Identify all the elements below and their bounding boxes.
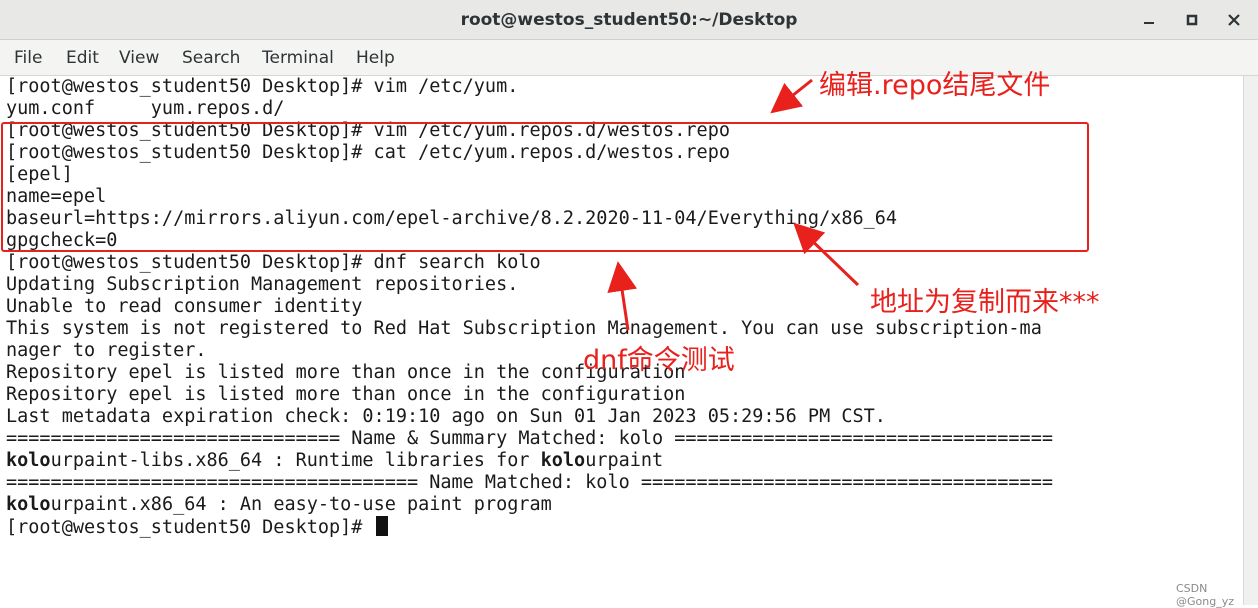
minimize-icon[interactable] xyxy=(1137,8,1161,32)
terminal-line: Updating Subscription Management reposit… xyxy=(6,274,519,295)
scrollbar[interactable] xyxy=(1243,76,1258,605)
maximize-icon[interactable] xyxy=(1180,8,1204,32)
terminal-line: [root@westos_student50 Desktop]# vim /et… xyxy=(6,76,519,97)
terminal-line: Repository epel is listed more than once… xyxy=(6,384,686,405)
separator-line: ===================================== Na… xyxy=(6,472,1053,493)
match-highlight: kolo xyxy=(6,494,51,515)
annotation-dnf-test: dnf命令测试 xyxy=(583,345,735,376)
match-highlight: kolo xyxy=(6,450,51,471)
terminal-line: nager to register. xyxy=(6,340,207,361)
window-title: root@westos_student50:~/Desktop xyxy=(460,10,798,30)
separator-line: ============================== Name & Su… xyxy=(6,428,1053,449)
menu-search[interactable]: Search xyxy=(182,40,240,76)
title-bar[interactable]: root@westos_student50:~/Desktop xyxy=(0,0,1258,40)
annotation-highlight-box xyxy=(1,122,1089,252)
annotation-address-copied: 地址为复制而来*** xyxy=(870,287,1100,318)
terminal-window: root@westos_student50:~/Desktop File Edi… xyxy=(0,0,1258,608)
terminal-line: yum.conf yum.repos.d/ xyxy=(6,98,285,119)
menu-help[interactable]: Help xyxy=(356,40,395,76)
menu-view[interactable]: View xyxy=(119,40,159,76)
search-result: kolourpaint.x86_64 : An easy-to-use pain… xyxy=(6,494,552,515)
menu-bar: File Edit View Search Terminal Help xyxy=(0,40,1258,76)
close-icon[interactable] xyxy=(1222,8,1246,32)
watermark: CSDN @Gong_yz xyxy=(1176,582,1234,608)
terminal-line: Unable to read consumer identity xyxy=(6,296,363,317)
annotation-edit-repo: 编辑.repo结尾文件 xyxy=(819,70,1051,101)
terminal-line: [root@westos_student50 Desktop]# dnf sea… xyxy=(6,252,541,273)
prompt-line[interactable]: [root@westos_student50 Desktop]# xyxy=(6,516,388,538)
match-highlight: kolo xyxy=(540,450,586,471)
terminal-line: This system is not registered to Red Hat… xyxy=(6,318,1042,339)
text-cursor xyxy=(375,516,388,536)
menu-file[interactable]: File xyxy=(14,40,42,76)
search-result: kolourpaint-libs.x86_64 : Runtime librar… xyxy=(6,450,664,471)
terminal-line: Last metadata expiration check: 0:19:10 … xyxy=(6,406,886,427)
menu-terminal[interactable]: Terminal xyxy=(262,40,334,76)
menu-edit[interactable]: Edit xyxy=(66,40,99,76)
